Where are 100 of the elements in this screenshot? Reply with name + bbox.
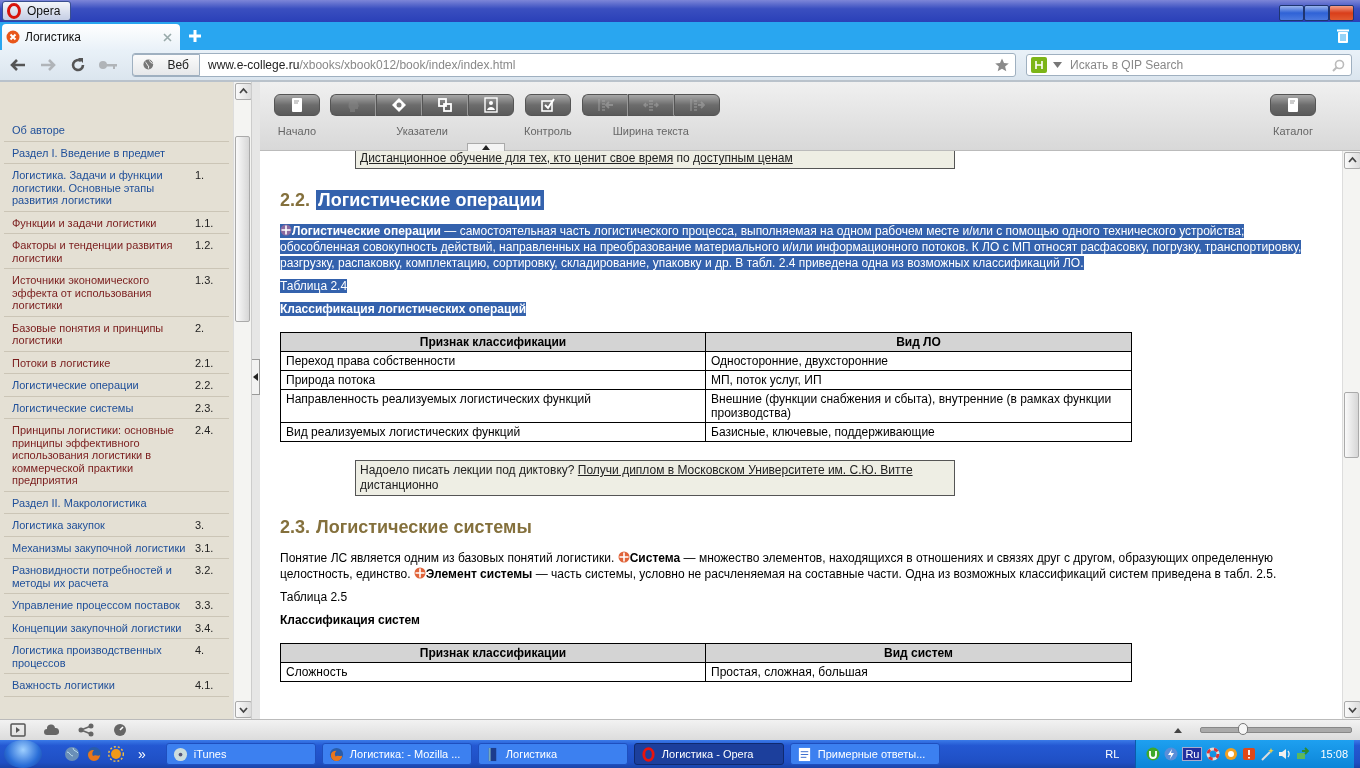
browser-tab[interactable]: Логистика — [2, 24, 180, 50]
globe-icon — [143, 58, 154, 71]
taskbar-button[interactable]: Логистика: - Mozilla ... — [321, 743, 472, 765]
cloud-icon[interactable] — [44, 723, 60, 737]
section-title: Логистические операции — [316, 190, 544, 210]
language-indicator[interactable]: RL — [1105, 748, 1120, 760]
table-cell: Сложность — [280, 662, 706, 682]
section-title: Логистические системы — [316, 517, 532, 537]
contents-item[interactable]: Раздел I. Введение в предмет — [4, 141, 229, 164]
minimize-button[interactable] — [1279, 5, 1304, 21]
speed-dial-icon[interactable] — [112, 723, 128, 737]
contents-item[interactable]: Логистика производственных процессов 4. — [4, 639, 229, 674]
network-icon[interactable] — [78, 723, 94, 737]
trash-icon[interactable] — [1336, 28, 1350, 44]
lifebuoy-icon[interactable] — [1206, 747, 1221, 761]
toolbar-button[interactable] — [274, 94, 320, 116]
squares-icon — [437, 97, 453, 113]
maximize-button[interactable] — [1304, 5, 1329, 21]
site-icon — [6, 30, 20, 44]
scroll-thumb[interactable] — [235, 136, 250, 322]
table-cell: Вид реализуемых логистических функций — [280, 422, 706, 442]
ad-link[interactable]: доступным ценам — [693, 151, 793, 165]
address-field[interactable]: www.e-college.ru/xbooks/xbook012/book/index/index.html — [200, 58, 995, 72]
collapse-handle[interactable] — [252, 359, 260, 395]
contents-item[interactable]: Логистика закупок 3. — [4, 514, 229, 537]
page-icon — [1285, 97, 1301, 113]
opera-logo-icon — [640, 746, 656, 762]
contents-item[interactable]: Раздел II. Макрологистика — [4, 491, 229, 514]
search-field[interactable]: Искать в QIP Search — [1026, 54, 1352, 76]
sidebar-scrollbar[interactable] — [233, 82, 251, 719]
table-cell: Односторонние, двухсторонние — [705, 351, 1132, 371]
opera-logo-icon — [7, 3, 21, 19]
toolbar-button[interactable] — [422, 94, 468, 116]
contents-item[interactable]: Принципы логистики: основные принципы эффективного использования логистики в коммерческой практики предприятия 2.4. — [4, 419, 229, 492]
table-cell: Базисные, ключевые, поддерживающие — [705, 422, 1132, 442]
warning-icon[interactable] — [1242, 747, 1257, 761]
panel-icon[interactable] — [10, 723, 26, 737]
toolbar-button[interactable] — [1270, 94, 1316, 116]
contents-item[interactable]: Логистические системы 2.3. — [4, 396, 229, 419]
term-icon — [617, 551, 630, 563]
taskbar-button[interactable]: Логистика — [477, 743, 628, 765]
toolbar-button[interactable] — [376, 94, 422, 116]
globe-icon[interactable] — [64, 746, 80, 762]
toolbar-toggle-tab[interactable] — [467, 143, 505, 151]
contents-item[interactable]: Источники экономического эффекта от использования логистики 1.3. — [4, 269, 229, 317]
scroll-up-icon[interactable] — [1344, 152, 1360, 169]
star-icon[interactable] — [995, 58, 1009, 72]
table-caption: Таблица 2.4 — [280, 279, 348, 293]
speaker-icon[interactable] — [1278, 747, 1293, 761]
contents-item[interactable]: Логистика. Задачи и функции логистики. Основные этапы развития логистики 1. — [4, 164, 229, 212]
caret-icon[interactable] — [1053, 62, 1062, 68]
ad-link[interactable]: Получи диплом в Московском Университете им. С.Ю. Витте — [577, 463, 913, 477]
diamond-icon — [391, 97, 407, 113]
wand-icon[interactable] — [1260, 747, 1275, 761]
wide-text-icon — [688, 97, 705, 113]
toolbar-label: Ширина текста — [612, 125, 689, 137]
checkbox-icon — [539, 97, 556, 113]
disc-icon — [172, 746, 188, 762]
table-cell: Простая, сложная, большая — [705, 662, 1132, 682]
scroll-thumb[interactable] — [1344, 392, 1359, 458]
clock: 15:08 — [1320, 748, 1348, 760]
table-title: Классификация логистических операций — [280, 302, 527, 316]
close-icon[interactable] — [163, 32, 172, 42]
search-input[interactable]: Искать в QIP Search — [1068, 57, 1326, 73]
scroll-down-icon[interactable] — [1344, 701, 1360, 718]
close-button[interactable] — [1329, 5, 1354, 21]
plus-icon[interactable] — [188, 29, 202, 43]
more-chevron[interactable]: » — [138, 746, 146, 762]
back-icon[interactable] — [8, 57, 28, 73]
narrow-text-icon — [596, 97, 613, 113]
contents-item[interactable]: Механизмы закупочной логистики 3.1. — [4, 536, 229, 559]
contents-item[interactable]: Базовые понятия и принципы логистики 2. — [4, 316, 229, 352]
input-language-indicator[interactable]: Ru — [1182, 747, 1203, 761]
contents-item[interactable]: Разновидности потребностей и методы их расчета 3.2. — [4, 559, 229, 594]
contents-item[interactable]: Об авторе — [4, 119, 229, 142]
search-engine-icon[interactable] — [1031, 57, 1047, 73]
start-button[interactable] — [4, 740, 42, 768]
zoom-thumb[interactable] — [1238, 723, 1248, 735]
contents-item[interactable]: Концепции закупочной логистики 3.4. — [4, 616, 229, 639]
ad-text: дистанционно — [360, 478, 439, 492]
contents-item[interactable]: Факторы и тенденции развития логистики 1.2. — [4, 234, 229, 269]
toolbar-button[interactable] — [524, 94, 571, 116]
contents-item[interactable]: Функции и задачи логистики 1.1. — [4, 211, 229, 234]
taskbar-button[interactable]: Логистика - Opera — [633, 743, 784, 765]
contents-item[interactable]: Важность логистики 4.1. — [4, 674, 229, 697]
opera-menu-button[interactable]: Opera — [2, 1, 72, 21]
taskbar-button[interactable]: Примерные ответы... — [789, 743, 940, 765]
contents-item[interactable]: Потоки в логистике 2.1. — [4, 351, 229, 374]
torrent-icon[interactable] — [1146, 747, 1161, 761]
page-scrollbar[interactable] — [1342, 151, 1360, 719]
fit-text-icon — [642, 97, 659, 113]
bolt-icon[interactable] — [1164, 747, 1179, 761]
taskbar-button[interactable]: iTunes — [165, 743, 316, 765]
up-arrow-icon[interactable] — [1174, 727, 1182, 733]
contents-item[interactable]: Управление процессом поставок 3.3. — [4, 594, 229, 617]
web-scope-button[interactable]: Веб — [132, 53, 200, 76]
toolbar-label: Начало — [277, 125, 317, 137]
ad-link[interactable]: Дистанционное обучение для тех, кто ценит свое время — [360, 151, 674, 165]
contents-item[interactable]: Логистические операции 2.2. — [4, 374, 229, 397]
toolbar-button[interactable] — [468, 94, 514, 116]
